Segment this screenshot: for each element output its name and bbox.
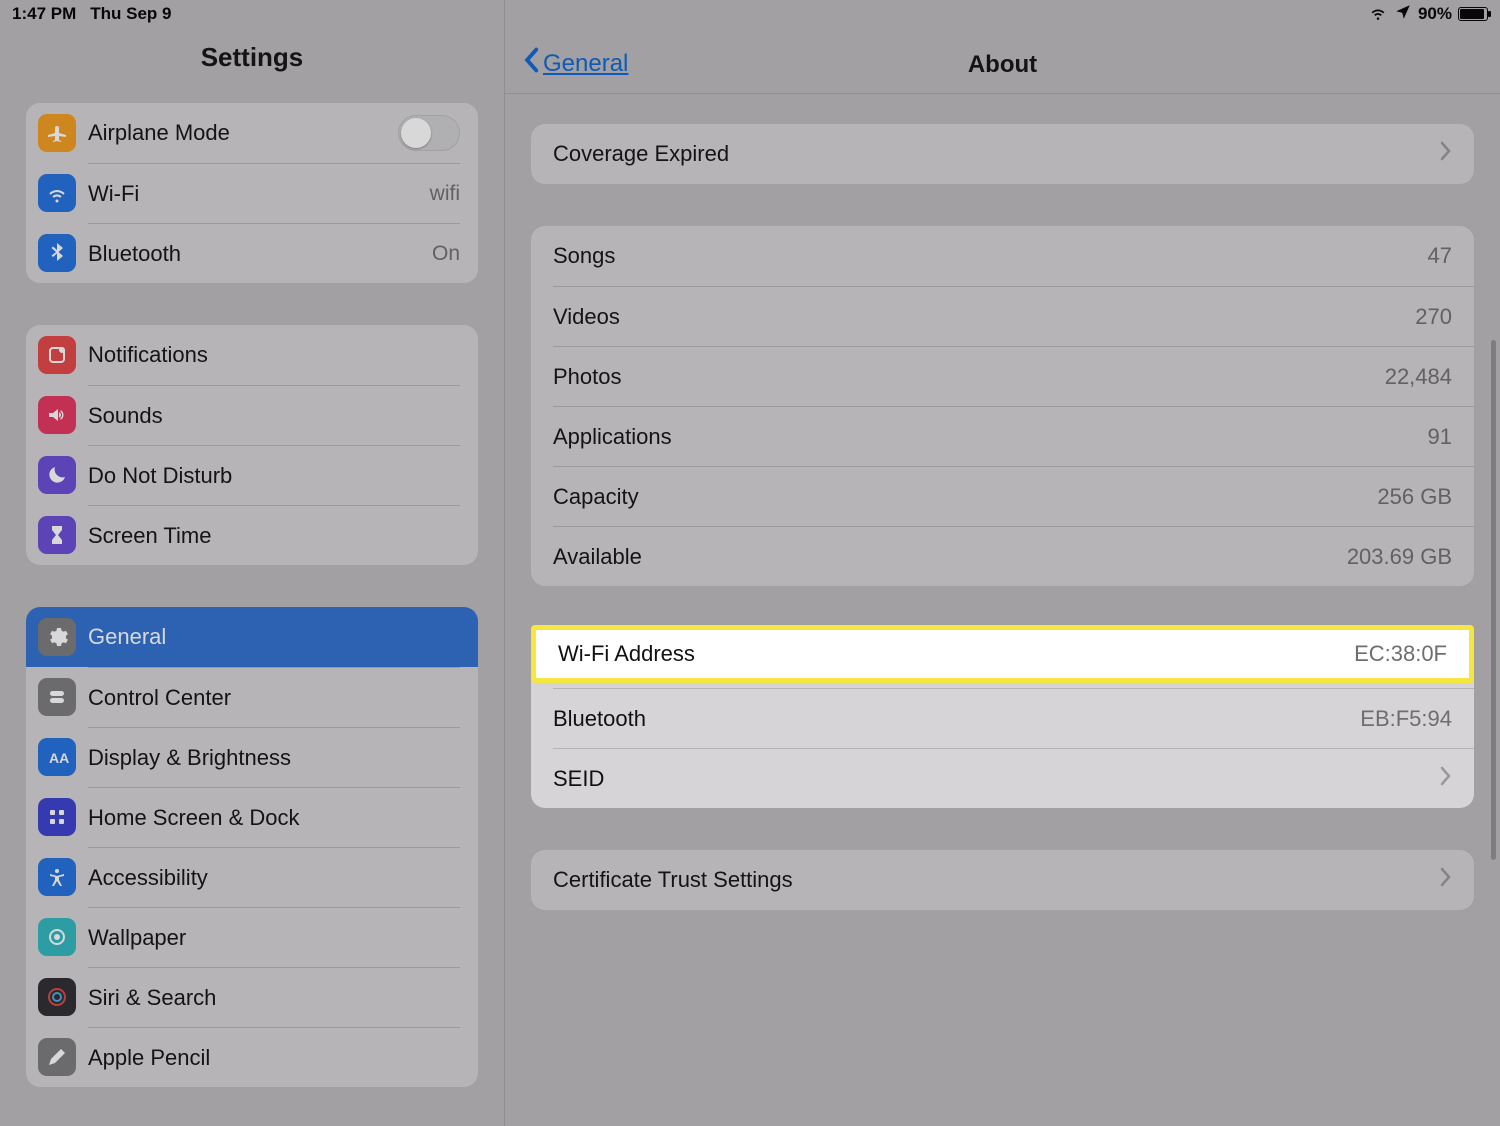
sidebar-item-general[interactable]: General (26, 607, 478, 667)
row-value: 203.69 GB (1347, 544, 1452, 570)
chevron-left-icon (523, 47, 539, 81)
sidebar-title: Settings (0, 42, 504, 73)
row-cert-trust[interactable]: Certificate Trust Settings (531, 850, 1474, 910)
row-label: Sounds (88, 403, 163, 429)
moon-icon (38, 456, 76, 494)
row-available: Available 203.69 GB (553, 526, 1474, 586)
sidebar-item-sounds[interactable]: Sounds (26, 385, 478, 445)
row-label: Airplane Mode (88, 120, 230, 146)
row-value: EB:F5:94 (1360, 706, 1452, 732)
row-label: Wallpaper (88, 925, 186, 951)
row-value: 22,484 (1385, 364, 1452, 390)
airplane-icon (38, 114, 76, 152)
card-cert: Certificate Trust Settings (531, 850, 1474, 910)
accessibility-icon (38, 858, 76, 896)
row-value: On (432, 242, 460, 266)
row-capacity: Capacity 256 GB (553, 466, 1474, 526)
chevron-right-icon (1440, 141, 1452, 167)
highlight-box: Wi-Fi Address EC:38:0F (531, 625, 1474, 683)
gear-icon (38, 618, 76, 656)
settings-sidebar: Settings Airplane Mode Wi-Fi wifi (0, 0, 505, 1126)
row-photos: Photos 22,484 (553, 346, 1474, 406)
row-label: Applications (553, 424, 672, 450)
row-label: Certificate Trust Settings (553, 867, 793, 893)
sidebar-group-general: General Control Center AA Display & Brig… (26, 607, 478, 1087)
sidebar-item-control-center[interactable]: Control Center (26, 667, 478, 727)
display-icon: AA (38, 738, 76, 776)
row-songs: Songs 47 (531, 226, 1474, 286)
row-label: Bluetooth (553, 706, 646, 732)
row-label: SEID (553, 766, 604, 792)
row-label: Apple Pencil (88, 1045, 210, 1071)
toggles-icon (38, 678, 76, 716)
row-label: Home Screen & Dock (88, 805, 300, 831)
row-label: Screen Time (88, 523, 212, 549)
chevron-right-icon (1440, 867, 1452, 893)
row-value: EC:38:0F (1354, 641, 1447, 667)
sidebar-item-siri[interactable]: Siri & Search (26, 967, 478, 1027)
detail-title: About (505, 51, 1500, 79)
wallpaper-icon (38, 918, 76, 956)
grid-icon (38, 798, 76, 836)
row-value: 47 (1428, 243, 1452, 269)
sidebar-item-wallpaper[interactable]: Wallpaper (26, 907, 478, 967)
row-label: Photos (553, 364, 622, 390)
row-label: Control Center (88, 685, 231, 711)
card-network: Wi-Fi Address EC:38:0F Wi-Fi Address Blu… (531, 628, 1474, 808)
sidebar-item-screentime[interactable]: Screen Time (26, 505, 478, 565)
pencil-icon (38, 1038, 76, 1076)
row-label: Siri & Search (88, 985, 216, 1011)
row-value: 91 (1428, 424, 1452, 450)
sidebar-group-connectivity: Airplane Mode Wi-Fi wifi Bluetooth (26, 103, 478, 283)
sidebar-item-accessibility[interactable]: Accessibility (26, 847, 478, 907)
row-value: wifi (430, 182, 460, 206)
sidebar-item-bluetooth[interactable]: Bluetooth On (26, 223, 478, 283)
row-label: Songs (553, 243, 615, 269)
notifications-icon (38, 336, 76, 374)
row-label: Bluetooth (88, 241, 181, 267)
airplane-toggle[interactable] (398, 115, 460, 151)
row-label: Available (553, 544, 642, 570)
sidebar-item-home[interactable]: Home Screen & Dock (26, 787, 478, 847)
siri-icon (38, 978, 76, 1016)
sidebar-item-wifi[interactable]: Wi-Fi wifi (26, 163, 478, 223)
row-seid[interactable]: SEID (553, 748, 1474, 808)
row-label: Capacity (553, 484, 639, 510)
card-stats: Songs 47 Videos 270 Photos 22,484 Applic… (531, 226, 1474, 586)
row-wifi-address: Wi-Fi Address EC:38:0F (536, 630, 1469, 678)
row-label: General (88, 624, 166, 650)
sidebar-item-notifications[interactable]: Notifications (26, 325, 478, 385)
row-bluetooth-address: Bluetooth EB:F5:94 (553, 688, 1474, 748)
row-value: 270 (1415, 304, 1452, 330)
back-label: General (543, 50, 628, 78)
svg-text:AA: AA (49, 750, 69, 766)
sidebar-item-pencil[interactable]: Apple Pencil (26, 1027, 478, 1087)
row-label: Videos (553, 304, 620, 330)
row-label: Wi-Fi Address (558, 641, 695, 667)
row-label: Display & Brightness (88, 745, 291, 771)
sidebar-item-display[interactable]: AA Display & Brightness (26, 727, 478, 787)
scrollbar[interactable] (1491, 340, 1496, 860)
detail-pane: General About Coverage Expired Songs 47 … (505, 0, 1500, 1126)
row-value: 256 GB (1377, 484, 1452, 510)
row-label: Accessibility (88, 865, 208, 891)
sidebar-item-airplane[interactable]: Airplane Mode (26, 103, 478, 163)
row-label: Notifications (88, 342, 208, 368)
sidebar-item-dnd[interactable]: Do Not Disturb (26, 445, 478, 505)
row-label: Coverage Expired (553, 141, 729, 167)
sounds-icon (38, 396, 76, 434)
row-videos: Videos 270 (553, 286, 1474, 346)
back-button[interactable]: General (523, 47, 628, 81)
row-label: Wi-Fi (88, 181, 139, 207)
hourglass-icon (38, 516, 76, 554)
sidebar-group-notifications: Notifications Sounds Do Not Disturb Scre… (26, 325, 478, 565)
chevron-right-icon (1440, 766, 1452, 792)
detail-header: General About (505, 0, 1500, 94)
row-applications: Applications 91 (553, 406, 1474, 466)
bluetooth-settings-icon (38, 234, 76, 272)
card-coverage: Coverage Expired (531, 124, 1474, 184)
wifi-settings-icon (38, 174, 76, 212)
row-coverage-expired[interactable]: Coverage Expired (531, 124, 1474, 184)
row-label: Do Not Disturb (88, 463, 232, 489)
